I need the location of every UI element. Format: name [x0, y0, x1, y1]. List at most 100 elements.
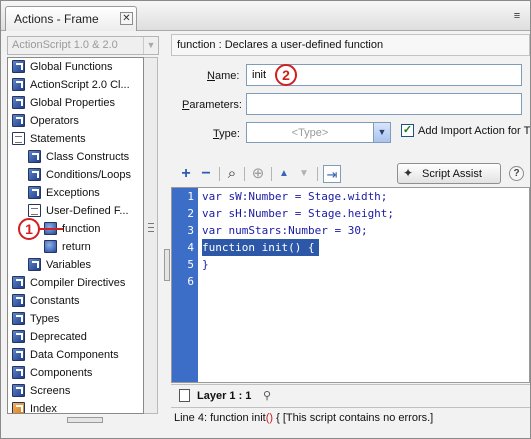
- tree-item[interactable]: Global Functions: [8, 58, 143, 76]
- tree-item-label: Index: [30, 403, 57, 414]
- tree-item-label: Variables: [46, 259, 92, 271]
- tree-item-label: Types: [30, 313, 60, 325]
- move-down-icon[interactable]: ▼: [295, 165, 313, 183]
- status-bar: Line 4: function init() { [This script c…: [171, 407, 530, 427]
- script-assist-button[interactable]: ✦ Script Assist: [397, 163, 501, 184]
- script-assist-label: Script Assist: [422, 168, 482, 180]
- blue-book-icon: [28, 168, 41, 181]
- layer-icon: [179, 389, 190, 402]
- tree-item[interactable]: Statements: [8, 130, 143, 148]
- chevron-down-icon[interactable]: ▼: [143, 37, 158, 54]
- tree-item-label: Class Constructs: [46, 151, 130, 163]
- tree-item[interactable]: Compiler Directives: [8, 274, 143, 292]
- pane-splitter-handle[interactable]: [164, 249, 170, 281]
- magic-wand-icon: ✦: [403, 166, 414, 180]
- parameters-field[interactable]: [246, 93, 522, 115]
- add-import-checkbox[interactable]: ✓: [401, 124, 414, 137]
- tree-item-label: Constants: [30, 295, 80, 307]
- close-icon[interactable]: ✕: [120, 12, 133, 25]
- toolbox-splitter[interactable]: [7, 416, 159, 424]
- tree-item-label: User-Defined F...: [46, 205, 129, 217]
- code-line[interactable]: var sW:Number = Stage.width;: [202, 188, 387, 205]
- line-number: 5: [187, 258, 194, 271]
- name-label: Name:: [207, 70, 240, 82]
- blue-book-icon: [12, 78, 25, 91]
- blue-book-icon: [28, 186, 41, 199]
- open-book-icon: [28, 204, 41, 217]
- actions-panel: Actions - Frame ✕ ≡ ActionScript 1.0 & 2…: [0, 0, 531, 439]
- toolbar-divider: [219, 167, 220, 181]
- actions-frame-tab[interactable]: Actions - Frame ✕: [5, 6, 137, 31]
- tree-item[interactable]: Conditions/Loops: [8, 166, 143, 184]
- blue-book-icon: [12, 96, 25, 109]
- tree-item[interactable]: Variables: [8, 256, 143, 274]
- tree-item[interactable]: return: [8, 238, 143, 256]
- line-number: 2: [187, 207, 194, 220]
- chevron-down-icon[interactable]: ▼: [373, 123, 390, 142]
- blue-book-icon: [12, 294, 25, 307]
- tree-item-label: Deprecated: [30, 331, 87, 343]
- tree-item[interactable]: Types: [8, 310, 143, 328]
- type-select[interactable]: <Type> ▼: [246, 122, 391, 143]
- tree-item-label: Conditions/Loops: [46, 169, 132, 181]
- tree-item[interactable]: Global Properties: [8, 94, 143, 112]
- add-action-icon[interactable]: +: [177, 165, 195, 183]
- tree-item-label: Global Properties: [30, 97, 115, 109]
- script-toolbar: + − ⌕ ⊕ ▲ ▼ ⇥ ✦ Script Assist ?: [171, 161, 530, 187]
- tree-item[interactable]: Deprecated: [8, 328, 143, 346]
- blue-book-icon: [12, 312, 25, 325]
- tree-item[interactable]: Screens: [8, 382, 143, 400]
- code-line[interactable]: var sH:Number = Stage.height;: [202, 205, 394, 222]
- callout-2: 2: [275, 64, 297, 86]
- version-select-value: ActionScript 1.0 & 2.0: [12, 39, 118, 51]
- blue-book-icon: [12, 276, 25, 289]
- blue-book-icon: [12, 384, 25, 397]
- tree-item[interactable]: ActionScript 2.0 Cl...: [8, 76, 143, 94]
- code-line[interactable]: function init() {: [202, 239, 319, 256]
- tree-item[interactable]: Exceptions: [8, 184, 143, 202]
- tree-item[interactable]: Class Constructs: [8, 148, 143, 166]
- add-import-label: Add Import Action for T: [418, 125, 531, 137]
- remove-action-icon[interactable]: −: [197, 165, 215, 183]
- layer-tab-label[interactable]: Layer 1 : 1: [197, 390, 251, 402]
- script-editor[interactable]: 1 2 3 4 5 6 var sW:Number = Stage.width; var s…: [171, 187, 530, 383]
- tree-item-label: return: [62, 241, 91, 253]
- code-line[interactable]: }: [202, 256, 209, 273]
- toolbar-divider: [244, 167, 245, 181]
- blue-book-icon: [28, 258, 41, 271]
- help-icon[interactable]: ?: [509, 166, 524, 181]
- grip-icon[interactable]: [148, 223, 154, 232]
- toolbox-collapse-strip[interactable]: [144, 57, 158, 414]
- tree-item-label: Global Functions: [30, 61, 113, 73]
- move-up-icon[interactable]: ▲: [275, 165, 293, 183]
- blue-book-icon: [28, 150, 41, 163]
- tree-item[interactable]: Operators: [8, 112, 143, 130]
- toolbar-divider: [317, 167, 318, 181]
- pane-splitter[interactable]: [163, 33, 171, 438]
- line-number: 1: [187, 190, 194, 203]
- action-circle-icon: [44, 240, 57, 253]
- blue-book-icon: [12, 114, 25, 127]
- parameters-label: Parameters:: [182, 99, 242, 111]
- tree-item[interactable]: Components: [8, 364, 143, 382]
- tree-item[interactable]: Data Components: [8, 346, 143, 364]
- tree-item-label: Operators: [30, 115, 79, 127]
- find-icon[interactable]: ⌕: [223, 165, 241, 183]
- line-number-gutter: 1 2 3 4 5 6: [172, 188, 198, 382]
- tree-item-label: Compiler Directives: [30, 277, 126, 289]
- tree-item[interactable]: Index: [8, 400, 143, 414]
- pin-icon[interactable]: ⚲: [263, 389, 271, 402]
- type-label: Type:: [213, 128, 240, 140]
- tree-item[interactable]: Constants: [8, 292, 143, 310]
- orange-book-icon: [12, 402, 25, 413]
- code-line[interactable]: var numStars:Number = 30;: [202, 222, 368, 239]
- panel-menu-icon[interactable]: ≡: [509, 9, 525, 23]
- toolbar-divider: [271, 167, 272, 181]
- tree-item-label: Exceptions: [46, 187, 100, 199]
- blue-book-icon: [12, 348, 25, 361]
- insert-target-icon[interactable]: ⇥: [323, 165, 341, 183]
- target-icon[interactable]: ⊕: [249, 165, 267, 183]
- actionscript-version-select[interactable]: ActionScript 1.0 & 2.0 ▼: [7, 36, 159, 55]
- callout-1-leader: [39, 228, 63, 230]
- splitter-handle[interactable]: [67, 417, 103, 423]
